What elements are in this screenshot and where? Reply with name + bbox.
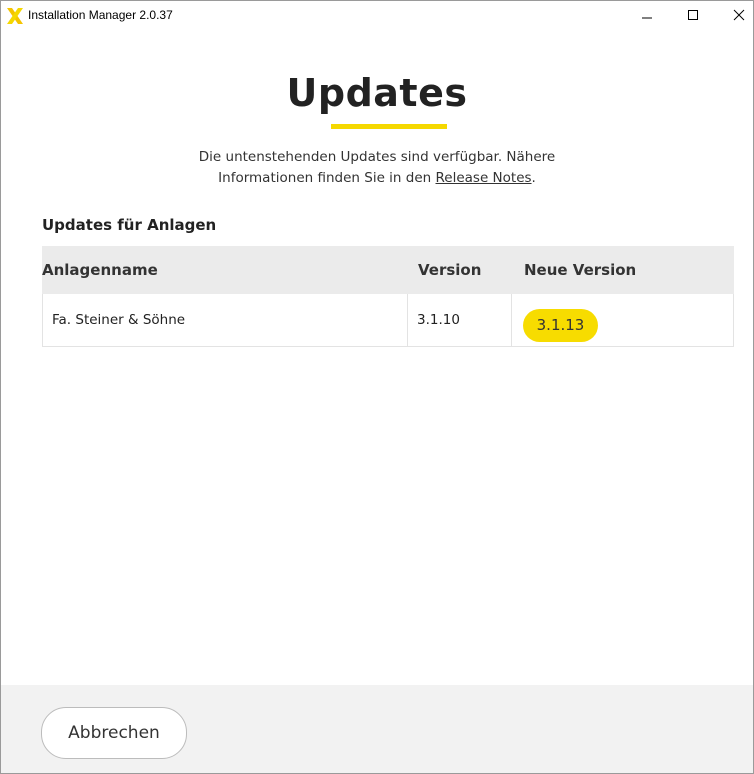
column-divider xyxy=(511,294,512,346)
column-divider xyxy=(407,294,408,346)
footer-bar: Abbrechen xyxy=(1,685,753,773)
intro-line-1: Die untenstehenden Updates sind verfügba… xyxy=(198,149,556,165)
cell-version: 3.1.10 xyxy=(417,312,460,328)
column-header-version: Version xyxy=(418,261,482,279)
table-header: Anlagenname Version Neue Version xyxy=(42,246,734,294)
column-header-neue-version: Neue Version xyxy=(524,261,637,279)
intro-line-2-prefix: Informationen finden Sie in den xyxy=(218,170,436,186)
cell-anlagenname: Fa. Steiner & Söhne xyxy=(52,312,186,328)
minimize-button[interactable] xyxy=(629,1,665,29)
title-bar[interactable]: Installation Manager 2.0.37 xyxy=(1,1,753,29)
cancel-button[interactable]: Abbrechen xyxy=(41,707,187,759)
maximize-button[interactable] xyxy=(675,1,711,29)
window-title: Installation Manager 2.0.37 xyxy=(28,8,173,22)
column-header-anlagenname: Anlagenname xyxy=(42,261,158,279)
intro-text: Die untenstehenden Updates sind verfügba… xyxy=(1,147,753,189)
minimize-icon xyxy=(642,17,652,19)
maximize-icon xyxy=(688,10,698,20)
intro-line-2-suffix: . xyxy=(531,170,536,186)
title-underline xyxy=(331,124,447,129)
page-title: Updates xyxy=(286,71,468,115)
close-icon xyxy=(733,9,745,21)
release-notes-link[interactable]: Release Notes xyxy=(436,170,532,186)
table-row[interactable]: Fa. Steiner & Söhne 3.1.10 3.1.13 xyxy=(42,294,734,347)
new-version-badge: 3.1.13 xyxy=(523,309,598,342)
section-title: Updates für Anlagen xyxy=(42,216,217,234)
installation-manager-window: Installation Manager 2.0.37 Updates Die … xyxy=(0,0,754,774)
close-button[interactable] xyxy=(721,1,753,29)
x-logo-icon xyxy=(7,8,23,24)
intro-line-2: Informationen finden Sie in den Release … xyxy=(1,168,753,189)
